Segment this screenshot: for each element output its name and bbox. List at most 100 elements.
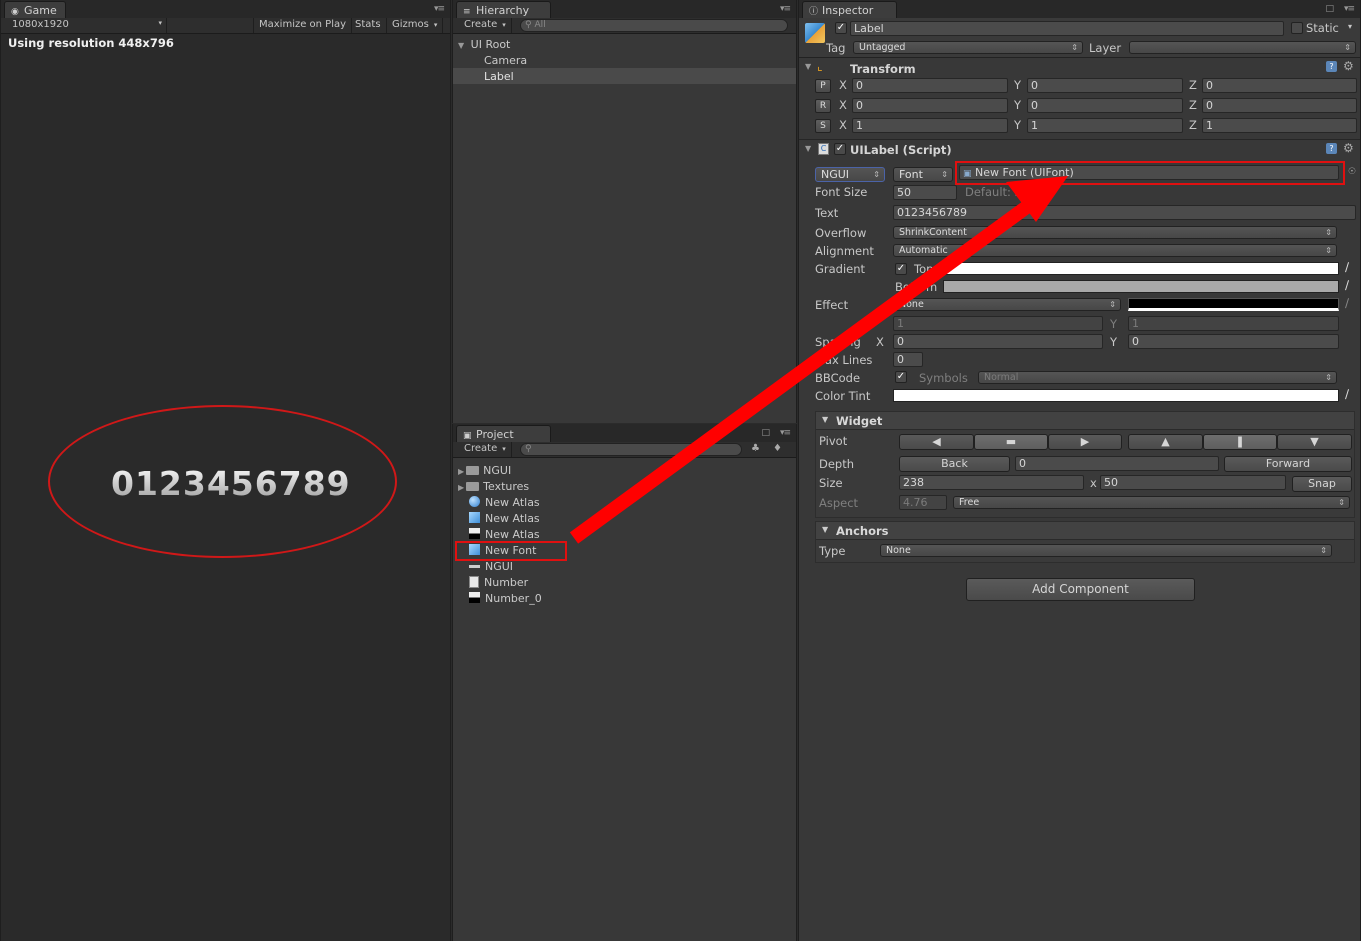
transform-y-field[interactable]: 1: [1027, 118, 1183, 133]
gradient-top-color[interactable]: [943, 262, 1339, 275]
tree-item-ui-root[interactable]: ▼ UI Root: [458, 38, 510, 51]
max-lines-field[interactable]: 0: [893, 352, 923, 367]
active-checkbox[interactable]: ✓: [835, 22, 847, 34]
tag-dropdown[interactable]: Untagged: [853, 41, 1083, 54]
foldout-arrow-icon[interactable]: ▼: [822, 525, 828, 534]
project-item[interactable]: ▶ Textures: [458, 480, 529, 493]
expand-arrow-icon[interactable]: ▼: [458, 41, 464, 50]
gradient-bottom-color[interactable]: [943, 280, 1339, 293]
pivot-right-button[interactable]: ▶: [1048, 434, 1122, 450]
size-width-field[interactable]: 238: [899, 475, 1084, 490]
pivot-center-v-button[interactable]: ❚: [1203, 434, 1277, 450]
hierarchy-search[interactable]: ⚲ All: [520, 19, 788, 32]
spacing-x-field[interactable]: 0: [893, 334, 1103, 349]
project-item[interactable]: NGUI: [469, 560, 513, 573]
project-item[interactable]: New Atlas: [469, 496, 540, 509]
project-item[interactable]: New Atlas: [469, 512, 540, 525]
static-checkbox[interactable]: [1291, 22, 1303, 34]
tree-item-label-object[interactable]: Label: [484, 70, 514, 83]
transform-z-field[interactable]: 0: [1202, 78, 1357, 93]
help-icon[interactable]: ?: [1326, 143, 1337, 154]
font-kind-dropdown[interactable]: Font: [893, 167, 953, 182]
object-name-field[interactable]: Label: [850, 21, 1284, 36]
pivot-center-h-button[interactable]: ▬: [974, 434, 1048, 450]
transform-header[interactable]: ▼ ⌞ Transform ? ⚙: [799, 59, 1360, 77]
bbcode-checkbox[interactable]: ✓: [895, 371, 907, 383]
color-tint-swatch[interactable]: [893, 389, 1339, 402]
project-item[interactable]: Number: [469, 576, 528, 589]
overflow-dropdown[interactable]: ShrinkContent: [893, 226, 1337, 239]
transform-y-field[interactable]: 0: [1027, 98, 1183, 113]
font-type-dropdown[interactable]: NGUI: [815, 167, 885, 182]
uilabel-header[interactable]: ▼ C ✓ UILabel (Script) ? ⚙: [799, 140, 1360, 158]
anchor-type-dropdown[interactable]: None: [880, 544, 1332, 557]
depth-forward-button[interactable]: Forward: [1224, 456, 1352, 472]
filter-by-type-icon[interactable]: ♣: [751, 443, 760, 454]
eyedropper-icon[interactable]: ∕: [1345, 387, 1349, 401]
pivot-bottom-button[interactable]: ▼: [1277, 434, 1352, 450]
layer-dropdown[interactable]: [1129, 41, 1356, 54]
project-item[interactable]: Number_0: [469, 592, 542, 605]
project-item[interactable]: New Atlas: [469, 528, 540, 541]
object-picker-icon[interactable]: ☉: [1348, 167, 1356, 177]
depth-field[interactable]: 0: [1015, 456, 1219, 471]
eyedropper-icon[interactable]: ∕: [1345, 260, 1349, 274]
depth-back-button[interactable]: Back: [899, 456, 1010, 472]
font-size-field[interactable]: 50: [893, 185, 957, 200]
tab-project[interactable]: ▣ Project: [456, 425, 551, 442]
lock-icon[interactable]: □: [761, 428, 770, 438]
foldout-arrow-icon[interactable]: ▼: [805, 144, 811, 153]
effect-color[interactable]: [1128, 298, 1339, 311]
text-field[interactable]: 0123456789: [893, 205, 1356, 220]
gizmos-dropdown[interactable]: Gizmos ▾: [387, 18, 444, 33]
maximize-on-play-button[interactable]: Maximize on Play: [253, 18, 353, 33]
tab-game[interactable]: ◉ Game: [4, 1, 66, 18]
panel-menu-icon[interactable]: ▾≡: [434, 4, 445, 14]
lock-icon[interactable]: □: [1325, 4, 1334, 14]
pivot-top-button[interactable]: ▲: [1128, 434, 1203, 450]
effect-dropdown[interactable]: None: [893, 298, 1121, 311]
help-icon[interactable]: ?: [1326, 61, 1337, 72]
tab-inspector[interactable]: ⓘ Inspector: [802, 1, 897, 18]
widget-header[interactable]: ▼ Widget: [816, 412, 1354, 430]
gear-icon[interactable]: ⚙: [1343, 59, 1354, 73]
spacing-y-field[interactable]: 0: [1128, 334, 1339, 349]
tree-item-camera[interactable]: Camera: [484, 54, 527, 67]
filter-by-label-icon[interactable]: ♦: [773, 443, 782, 454]
hierarchy-create-button[interactable]: Create ▾: [459, 18, 512, 33]
size-height-field[interactable]: 50: [1100, 475, 1286, 490]
transform-x-field[interactable]: 1: [852, 118, 1008, 133]
transform-z-field[interactable]: 1: [1202, 118, 1357, 133]
gear-icon[interactable]: ⚙: [1343, 141, 1354, 155]
panel-menu-icon[interactable]: ▾≡: [780, 428, 791, 438]
transform-x-field[interactable]: 0: [852, 98, 1008, 113]
transform-y-field[interactable]: 0: [1027, 78, 1183, 93]
gradient-checkbox[interactable]: ✓: [895, 263, 907, 275]
project-search[interactable]: ⚲: [520, 443, 742, 456]
resolution-dropdown[interactable]: 1080x1920 ▾: [7, 18, 167, 33]
snap-button[interactable]: Snap: [1292, 476, 1352, 492]
tab-hierarchy[interactable]: ≡ Hierarchy: [456, 1, 551, 18]
eyedropper-icon[interactable]: ∕: [1345, 278, 1349, 292]
add-component-button[interactable]: Add Component: [966, 578, 1195, 601]
panel-menu-icon[interactable]: ▾≡: [1344, 4, 1355, 14]
transform-s-button[interactable]: S: [815, 119, 831, 133]
transform-z-field[interactable]: 0: [1202, 98, 1357, 113]
panel-menu-icon[interactable]: ▾≡: [780, 4, 791, 14]
eyedropper-icon[interactable]: ∕: [1345, 296, 1349, 310]
static-dropdown-arrow-icon[interactable]: ▾: [1348, 22, 1352, 31]
component-enabled-checkbox[interactable]: ✓: [834, 143, 846, 155]
transform-r-button[interactable]: R: [815, 99, 831, 113]
expand-arrow-icon[interactable]: ▶: [458, 467, 464, 476]
foldout-arrow-icon[interactable]: ▼: [805, 62, 811, 71]
pivot-left-button[interactable]: ◀: [899, 434, 974, 450]
anchors-header[interactable]: ▼ Anchors: [816, 522, 1354, 540]
project-create-button[interactable]: Create ▾: [459, 442, 512, 457]
expand-arrow-icon[interactable]: ▶: [458, 483, 464, 492]
alignment-dropdown[interactable]: Automatic: [893, 244, 1337, 257]
foldout-arrow-icon[interactable]: ▼: [822, 415, 828, 424]
project-item[interactable]: ▶ NGUI: [458, 464, 511, 477]
aspect-mode-dropdown[interactable]: Free: [953, 496, 1350, 509]
transform-x-field[interactable]: 0: [852, 78, 1008, 93]
transform-p-button[interactable]: P: [815, 79, 831, 93]
